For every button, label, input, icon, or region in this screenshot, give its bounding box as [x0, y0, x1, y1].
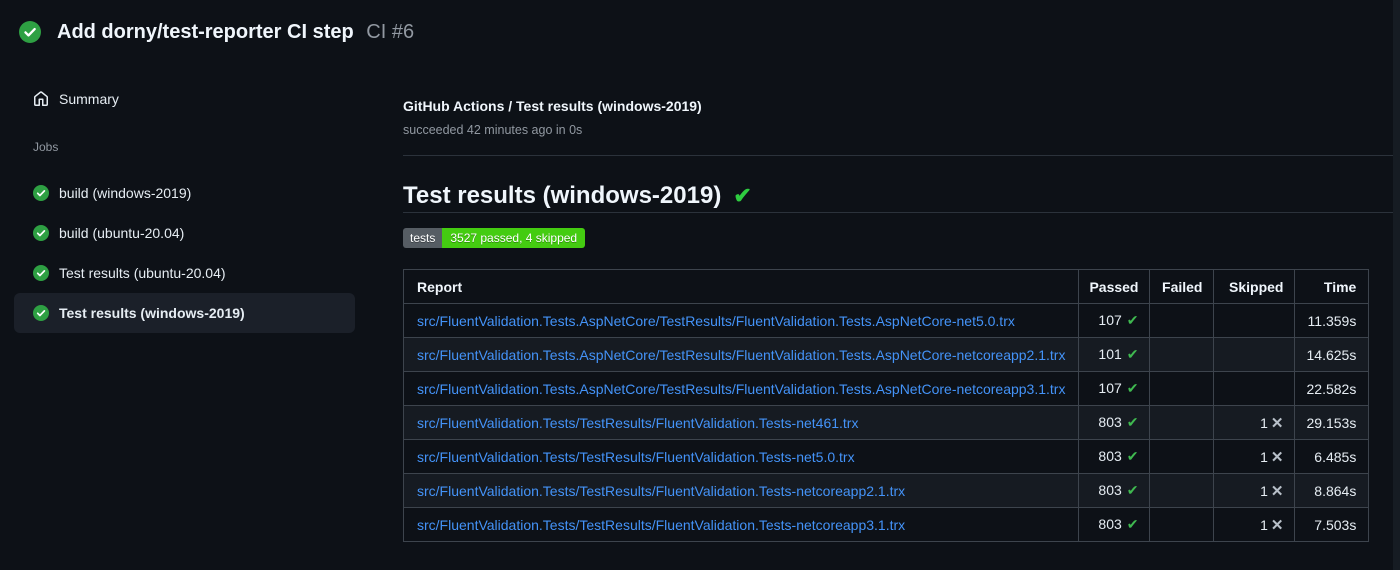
report-link[interactable]: src/FluentValidation.Tests.AspNetCore/Te… [417, 347, 1065, 363]
job-item-label: build (ubuntu-20.04) [59, 225, 185, 241]
run-number: CI #6 [366, 21, 415, 43]
job-title: GitHub Actions / Test results (windows-2… [403, 98, 702, 114]
report-heading-text: Test results (windows-2019) [403, 182, 722, 209]
table-row: src/FluentValidation.Tests/TestResults/F… [402, 405, 1370, 440]
badge-label: tests [403, 228, 443, 248]
passed-count: 107 [1098, 312, 1122, 328]
divider [403, 155, 1393, 156]
check-circle-icon [33, 265, 49, 281]
check-icon: ✔ [1126, 414, 1139, 430]
x-icon: ✕ [1270, 482, 1284, 500]
column-header-skipped: Skipped [1212, 269, 1295, 304]
job-status-line: succeeded 42 minutes ago in 0s [403, 123, 583, 137]
column-header-report: Report [402, 269, 1080, 304]
check-icon: ✔ [1126, 448, 1139, 464]
check-icon: ✔ [1126, 346, 1139, 362]
sidebar-item-test-results-ubuntu-2004[interactable]: Test results (ubuntu-20.04) [14, 253, 355, 293]
check-circle-icon [19, 21, 41, 43]
sidebar-item-build-ubuntu-2004[interactable]: build (ubuntu-20.04) [14, 213, 355, 253]
check-icon: ✔ [1126, 482, 1139, 498]
run-title-wrap: Add dorny/test-reporter CI step CI #6 [57, 21, 414, 44]
passed-count: 803 [1098, 516, 1122, 532]
x-icon: ✕ [1270, 516, 1284, 534]
passed-count: 107 [1098, 380, 1122, 396]
time-value: 29.153s [1306, 414, 1357, 431]
skipped-count: 1 [1260, 482, 1268, 499]
report-link[interactable]: src/FluentValidation.Tests/TestResults/F… [417, 449, 855, 465]
column-header-failed: Failed [1148, 269, 1214, 304]
check-circle-icon [33, 185, 49, 201]
report-link[interactable]: src/FluentValidation.Tests/TestResults/F… [417, 517, 905, 533]
x-icon: ✕ [1270, 414, 1284, 432]
table-row: src/FluentValidation.Tests/TestResults/F… [402, 507, 1370, 542]
tests-badge[interactable]: tests 3527 passed, 4 skipped [403, 228, 586, 248]
sidebar-summary-label: Summary [59, 91, 119, 107]
time-value: 14.625s [1306, 346, 1357, 363]
divider [403, 212, 1393, 213]
vertical-scrollbar[interactable] [1393, 0, 1400, 570]
passed-count: 803 [1098, 414, 1122, 430]
job-item-label: Test results (ubuntu-20.04) [59, 265, 226, 281]
sidebar-item-summary[interactable]: Summary [33, 88, 119, 110]
check-icon: ✔ [733, 183, 752, 208]
passed-count: 101 [1098, 346, 1122, 362]
skipped-count: 1 [1260, 414, 1268, 431]
test-results-table: Report Passed Failed Skipped Time src/Fl… [402, 269, 1370, 542]
sidebar-item-build-windows-2019[interactable]: build (windows-2019) [14, 173, 355, 213]
passed-count: 803 [1098, 482, 1122, 498]
report-heading: Test results (windows-2019) ✔ [403, 181, 752, 211]
column-header-time: Time [1293, 269, 1370, 304]
passed-count: 803 [1098, 448, 1122, 464]
time-value: 6.485s [1314, 448, 1357, 465]
check-circle-icon [33, 305, 49, 321]
report-link[interactable]: src/FluentValidation.Tests.AspNetCore/Te… [417, 313, 1015, 329]
table-row: src/FluentValidation.Tests.AspNetCore/Te… [402, 371, 1370, 406]
check-icon: ✔ [1126, 516, 1139, 532]
table-header-row: Report Passed Failed Skipped Time [402, 269, 1370, 304]
report-link[interactable]: src/FluentValidation.Tests/TestResults/F… [417, 483, 905, 499]
report-link[interactable]: src/FluentValidation.Tests.AspNetCore/Te… [417, 381, 1065, 397]
badge-value: 3527 passed, 4 skipped [442, 228, 586, 248]
sidebar-job-list: build (windows-2019) build (ubuntu-20.04… [0, 173, 380, 333]
check-icon: ✔ [1126, 312, 1139, 328]
time-value: 7.503s [1314, 516, 1357, 533]
skipped-count: 1 [1260, 516, 1268, 533]
time-value: 8.864s [1314, 482, 1357, 499]
skipped-count: 1 [1260, 448, 1268, 465]
check-circle-icon [33, 225, 49, 241]
sidebar-item-test-results-windows-2019[interactable]: Test results (windows-2019) [14, 293, 355, 333]
table-row: src/FluentValidation.Tests.AspNetCore/Te… [402, 303, 1370, 338]
x-icon: ✕ [1270, 448, 1284, 466]
table-row: src/FluentValidation.Tests/TestResults/F… [402, 439, 1370, 474]
table-row: src/FluentValidation.Tests/TestResults/F… [402, 473, 1370, 508]
job-item-label: build (windows-2019) [59, 185, 192, 201]
sidebar: Summary Jobs build (windows-2019) build … [0, 56, 380, 570]
run-title: Add dorny/test-reporter CI step [57, 21, 354, 43]
home-icon [33, 91, 49, 107]
job-item-label: Test results (windows-2019) [59, 305, 245, 321]
report-link[interactable]: src/FluentValidation.Tests/TestResults/F… [417, 415, 858, 431]
run-header: Add dorny/test-reporter CI step CI #6 [0, 0, 1400, 56]
time-value: 11.359s [1307, 312, 1357, 329]
column-header-passed: Passed [1078, 269, 1150, 304]
check-icon: ✔ [1126, 380, 1139, 396]
table-row: src/FluentValidation.Tests.AspNetCore/Te… [402, 337, 1370, 372]
sidebar-jobs-heading: Jobs [33, 140, 59, 154]
time-value: 22.582s [1306, 380, 1357, 397]
